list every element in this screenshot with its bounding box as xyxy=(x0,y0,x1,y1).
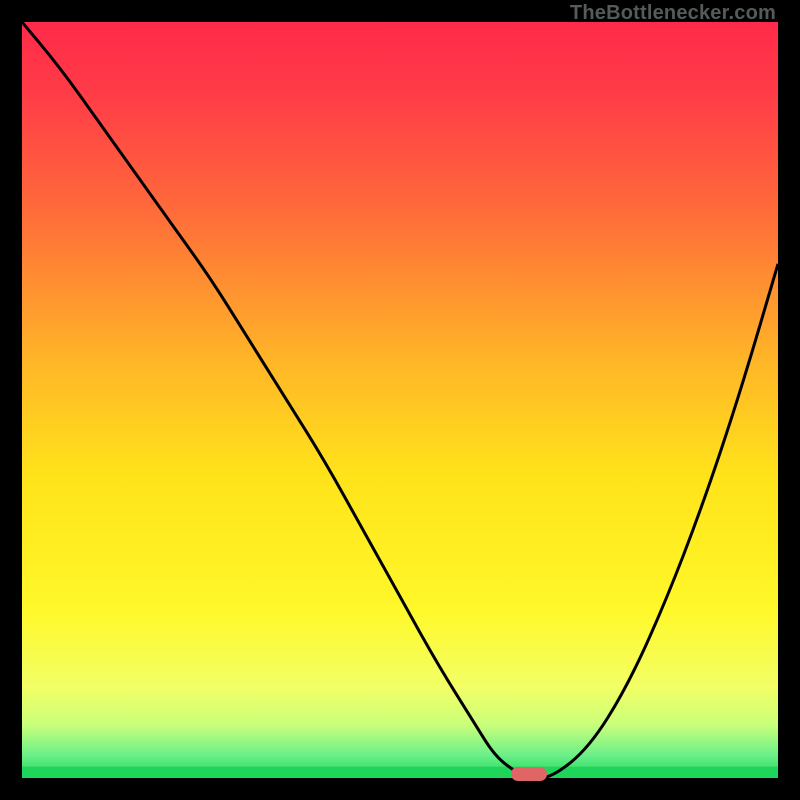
watermark-text: TheBottlenecker.com xyxy=(570,2,776,25)
gradient-background xyxy=(22,22,778,778)
plot-area xyxy=(22,22,778,778)
bottleneck-chart xyxy=(22,22,778,778)
chart-frame: TheBottlenecker.com xyxy=(0,0,800,800)
optimal-point-marker xyxy=(511,767,547,781)
green-baseline-band xyxy=(22,767,778,778)
